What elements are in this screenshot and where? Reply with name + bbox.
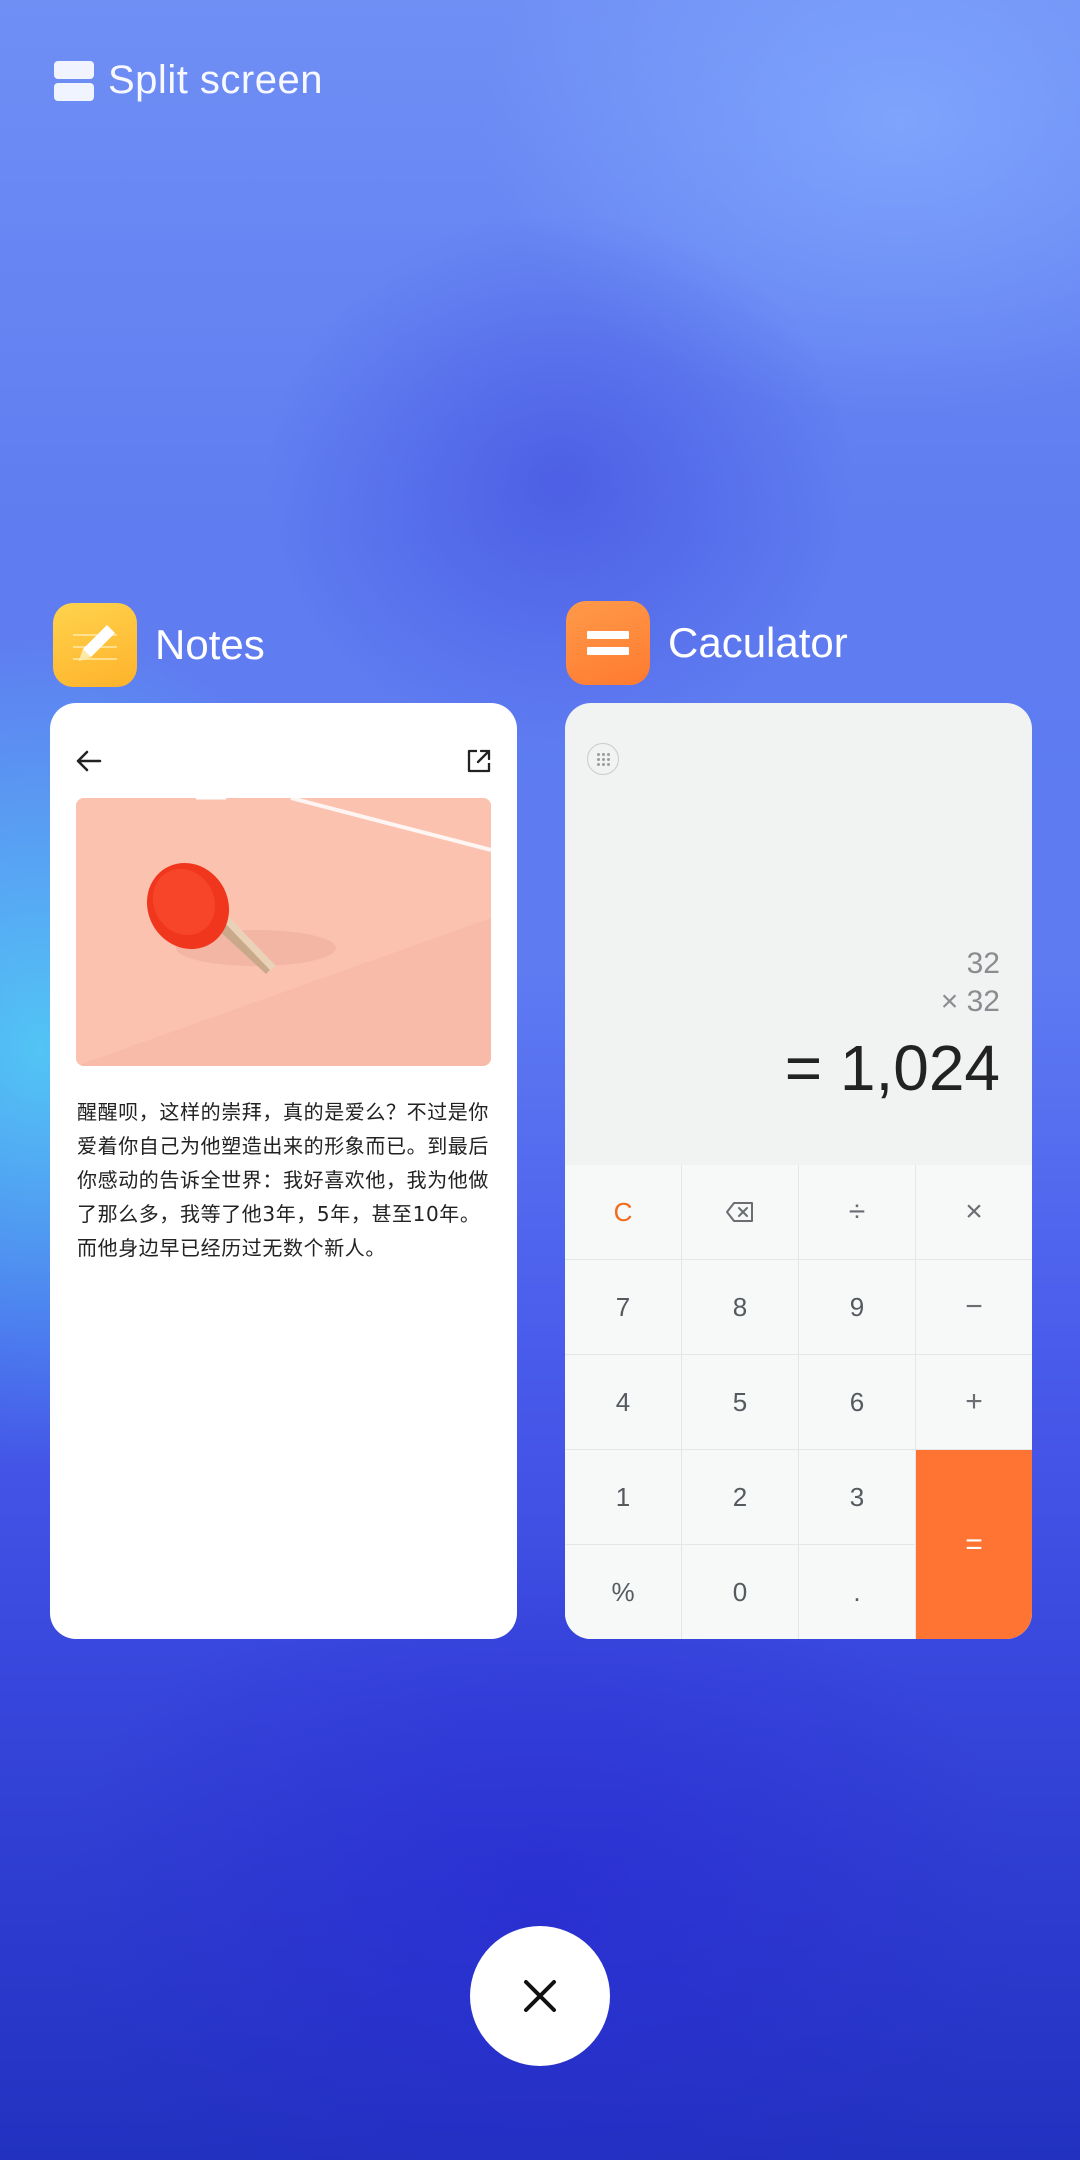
pencil-icon <box>53 603 137 687</box>
close-icon <box>524 1980 556 2012</box>
percent-key[interactable]: % <box>565 1545 681 1639</box>
notes-card[interactable]: 醒醒呗，这样的崇拜，真的是爱么？不过是你爱着你自己为他塑造出来的形象而已。到最后… <box>50 703 517 1639</box>
back-arrow-icon[interactable] <box>68 739 112 783</box>
split-screen-title: Split screen <box>108 58 323 102</box>
digit-7-key[interactable]: 7 <box>565 1260 681 1354</box>
decimal-key[interactable]: . <box>799 1545 915 1639</box>
equals-icon <box>566 601 650 685</box>
calc-operand-1: 32 <box>966 947 1000 980</box>
backspace-key[interactable] <box>682 1165 798 1259</box>
digit-0-key[interactable]: 0 <box>682 1545 798 1639</box>
calc-keypad: C ÷ × 7 8 9 − 4 5 6 + 1 2 3 = % 0 . <box>565 1165 1032 1639</box>
notes-app-label[interactable]: Notes <box>53 603 265 687</box>
grid-menu-icon[interactable] <box>587 743 619 775</box>
calculator-app-label[interactable]: Caculator <box>566 601 848 685</box>
multiply-key[interactable]: × <box>916 1165 1032 1259</box>
digit-1-key[interactable]: 1 <box>565 1450 681 1544</box>
calc-result: = 1,024 <box>784 1032 1000 1104</box>
close-button[interactable] <box>470 1926 610 2066</box>
digit-6-key[interactable]: 6 <box>799 1355 915 1449</box>
calculator-app-name: Caculator <box>668 619 848 666</box>
minus-key[interactable]: − <box>916 1260 1032 1354</box>
digit-3-key[interactable]: 3 <box>799 1450 915 1544</box>
digit-4-key[interactable]: 4 <box>565 1355 681 1449</box>
backspace-icon <box>726 1202 753 1222</box>
digit-5-key[interactable]: 5 <box>682 1355 798 1449</box>
digit-8-key[interactable]: 8 <box>682 1260 798 1354</box>
digit-9-key[interactable]: 9 <box>799 1260 915 1354</box>
plus-key[interactable]: + <box>916 1355 1032 1449</box>
equals-key[interactable]: = <box>916 1450 1032 1639</box>
share-icon[interactable] <box>457 739 501 783</box>
divide-key[interactable]: ÷ <box>799 1165 915 1259</box>
calc-operand-2: × 32 <box>940 985 1000 1018</box>
ping-pong-paddle-image <box>76 798 491 1066</box>
split-screen-icon <box>54 60 94 101</box>
calculator-card[interactable]: 32 × 32 = 1,024 C ÷ × 7 8 9 − 4 5 6 + 1 … <box>565 703 1032 1639</box>
digit-2-key[interactable]: 2 <box>682 1450 798 1544</box>
split-screen-header: Split screen <box>54 58 323 103</box>
notes-app-name: Notes <box>155 621 265 668</box>
clear-key[interactable]: C <box>565 1165 681 1259</box>
note-body-text[interactable]: 醒醒呗，这样的崇拜，真的是爱么？不过是你爱着你自己为他塑造出来的形象而已。到最后… <box>77 1095 497 1265</box>
notes-toolbar <box>50 739 517 783</box>
